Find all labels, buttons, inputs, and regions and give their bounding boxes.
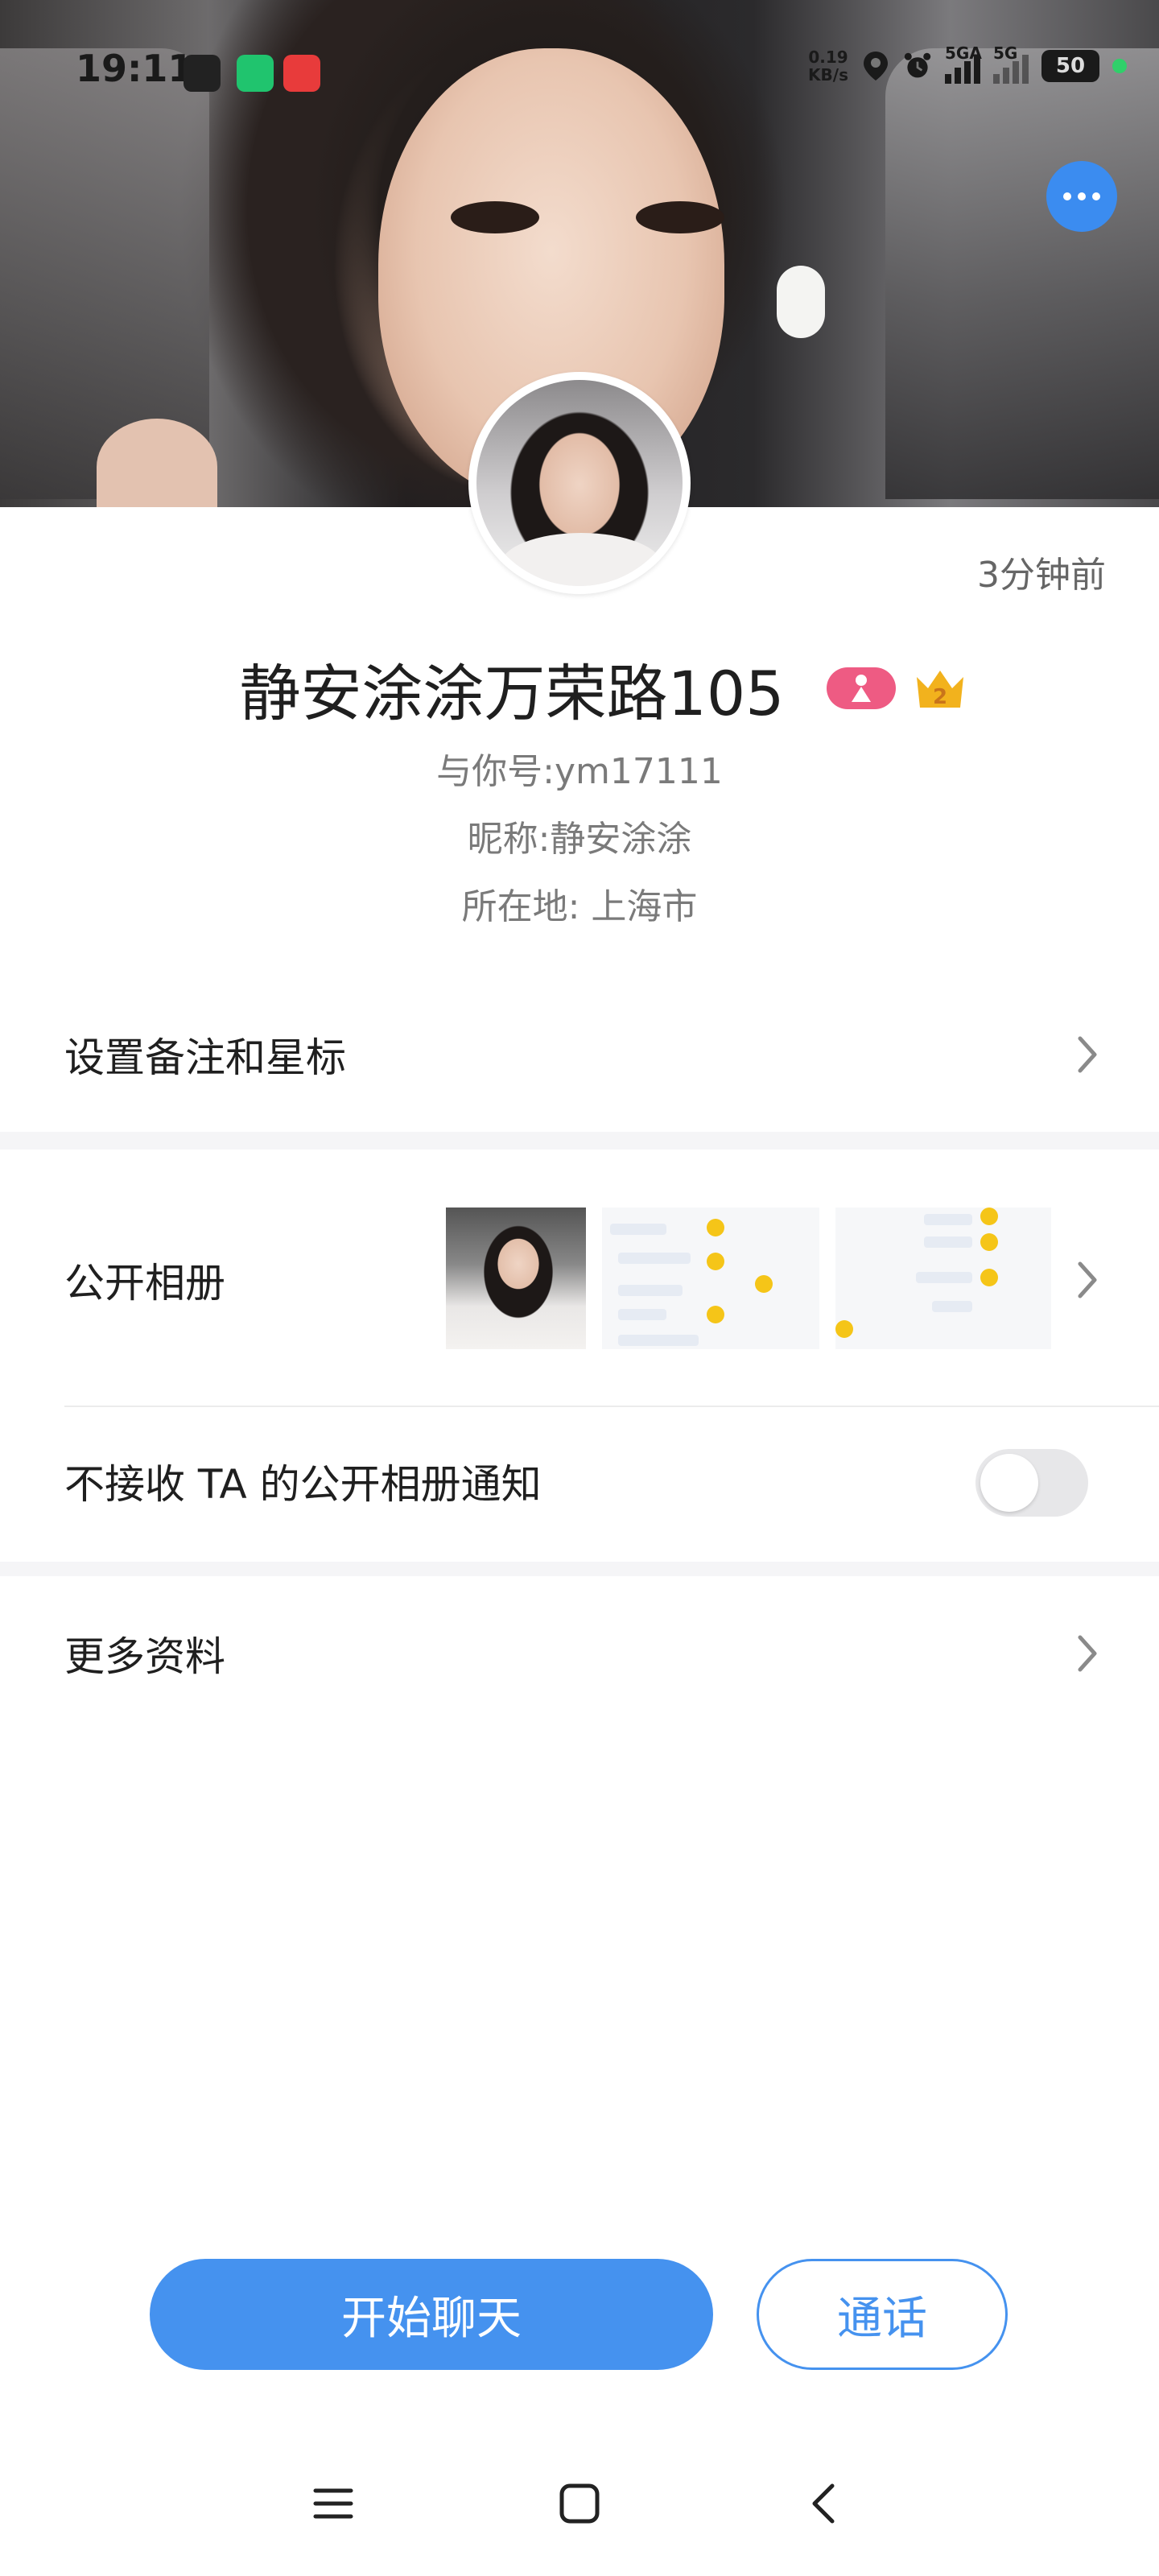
nickname-row: 静安涂涂万荣路105 2 bbox=[0, 644, 1159, 733]
cover-hand bbox=[97, 419, 217, 507]
album-thumbnails[interactable] bbox=[446, 1208, 1051, 1349]
status-right-cluster: 0.19 KB/s 5GA 5G 50 bbox=[808, 43, 1127, 84]
signal-5ga-label: 5GA bbox=[945, 43, 982, 63]
more-info-label: 更多资料 bbox=[64, 1633, 225, 1680]
chevron-right-icon bbox=[1078, 1635, 1097, 1672]
cover-bg-right bbox=[885, 48, 1159, 499]
menu-icon[interactable] bbox=[309, 2479, 357, 2528]
album-thumbnail[interactable] bbox=[602, 1208, 819, 1349]
cover-eye-right bbox=[636, 201, 724, 233]
public-album-label: 公开相册 bbox=[64, 1260, 225, 1307]
home-icon[interactable] bbox=[555, 2479, 604, 2528]
privacy-dot-icon bbox=[1112, 59, 1127, 73]
section-divider bbox=[0, 1562, 1159, 1576]
more-dot bbox=[1078, 192, 1086, 200]
avatar[interactable] bbox=[468, 372, 691, 594]
status-bar: 19:11 0.19 KB/s 5GA 5G 50 bbox=[0, 40, 1159, 105]
voice-recorder-icon bbox=[184, 55, 221, 92]
location-line: 所在地: 上海市 bbox=[461, 886, 698, 927]
profile-nickname: 静安涂涂万荣路105 bbox=[239, 658, 785, 729]
avatar-shirt bbox=[501, 533, 662, 586]
album-thumbnail[interactable] bbox=[835, 1208, 1051, 1349]
female-badge-icon[interactable] bbox=[826, 667, 896, 709]
remark-and-star-row[interactable]: 设置备注和星标 bbox=[0, 982, 1159, 1127]
start-chat-button[interactable]: 开始聊天 bbox=[150, 2259, 713, 2370]
section-divider bbox=[0, 1132, 1159, 1150]
chevron-right-icon bbox=[1078, 1036, 1097, 1073]
toggle-knob bbox=[980, 1454, 1038, 1512]
signal-5g-label: 5G bbox=[993, 43, 1018, 63]
status-time: 19:11 bbox=[76, 47, 194, 90]
nickname-line: 昵称:静安涂涂 bbox=[467, 819, 692, 860]
more-dot bbox=[1092, 192, 1100, 200]
crown-level-text: 2 bbox=[932, 685, 947, 709]
remark-and-star-label: 设置备注和星标 bbox=[64, 1034, 346, 1081]
row-divider bbox=[64, 1406, 1159, 1407]
crown-level-2-icon[interactable]: 2 bbox=[912, 664, 968, 712]
cover-eye-left bbox=[451, 201, 539, 233]
mi-home-icon bbox=[237, 55, 274, 92]
id-line: 与你号:ym17111 bbox=[436, 751, 723, 792]
more-info-row[interactable]: 更多资料 bbox=[0, 1581, 1159, 1726]
system-nav-bar bbox=[0, 2463, 1159, 2544]
net-speed-value: 0.19 bbox=[808, 47, 848, 67]
back-icon[interactable] bbox=[802, 2479, 850, 2528]
signal-5g-icon: 5G bbox=[993, 43, 1029, 84]
battery-indicator: 50 bbox=[1041, 50, 1099, 82]
more-options-button[interactable] bbox=[1046, 161, 1117, 232]
more-dots-icon bbox=[1063, 192, 1071, 200]
album-notify-toggle[interactable] bbox=[975, 1449, 1088, 1517]
call-button[interactable]: 通话 bbox=[757, 2259, 1008, 2370]
location-icon bbox=[864, 52, 888, 80]
female-figure-icon bbox=[851, 675, 871, 702]
avatar-image bbox=[476, 380, 683, 586]
alarm-icon bbox=[904, 52, 931, 78]
net-speed-unit: KB/s bbox=[808, 65, 848, 85]
cover-earbud bbox=[777, 266, 825, 338]
album-thumbnail[interactable] bbox=[446, 1208, 586, 1349]
chevron-right-icon bbox=[1078, 1261, 1097, 1298]
618-sale-icon bbox=[283, 55, 320, 92]
net-speed: 0.19 KB/s bbox=[808, 48, 848, 84]
album-notify-label: 不接收 TA 的公开相册通知 bbox=[64, 1461, 542, 1508]
last-seen-time: 3分钟前 bbox=[977, 555, 1106, 596]
signal-5ga-icon: 5GA bbox=[945, 43, 982, 84]
